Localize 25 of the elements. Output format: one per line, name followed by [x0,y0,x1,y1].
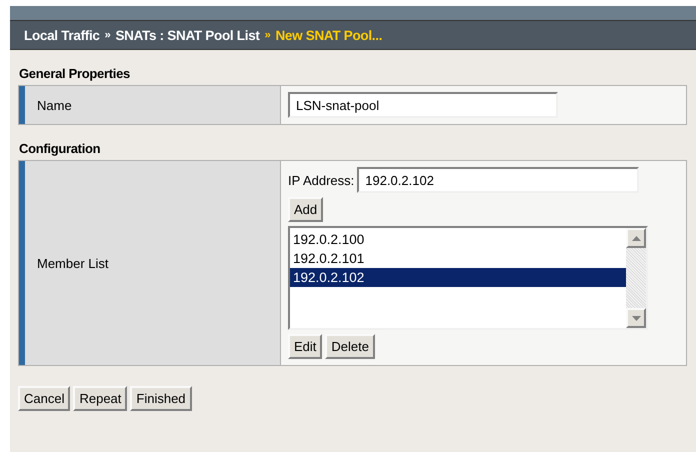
section-title: Configuration [19,141,102,156]
add-button[interactable]: Add [288,197,324,222]
form-button[interactable]: Finished [130,386,192,411]
member-list[interactable]: 192.0.2.100 192.0.2.101 192.0.2.102 [288,226,648,330]
scroll-up-arrow-icon[interactable] [632,236,640,240]
scrollbar[interactable] [626,228,646,328]
scroll-down-arrow-icon[interactable] [632,316,640,320]
form-button[interactable]: Cancel [18,386,70,411]
breadcrumb-link[interactable]: SNATs : SNAT Pool List [115,28,260,42]
list-button[interactable]: Delete [325,334,375,359]
list-button[interactable]: Edit [288,334,322,359]
label-text: Name [37,98,72,112]
form-button[interactable]: Repeat [73,386,128,411]
label-text: Member List [37,256,109,270]
member-item[interactable]: 192.0.2.102 [290,268,626,287]
breadcrumb-current: New SNAT Pool... [275,28,382,42]
section-title: General Properties [19,66,131,81]
breadcrumb-separator: » [104,29,110,41]
breadcrumb-link[interactable]: Local Traffic [24,28,100,42]
member-item[interactable]: 192.0.2.100 [290,230,626,249]
breadcrumb-separator: » [264,29,270,41]
member-item[interactable]: 192.0.2.101 [290,249,626,268]
field-label: IP Address: [288,172,354,188]
name-field[interactable]: LSN-snat-pool [288,92,558,118]
ip-address-field[interactable]: 192.0.2.102 [357,167,640,193]
